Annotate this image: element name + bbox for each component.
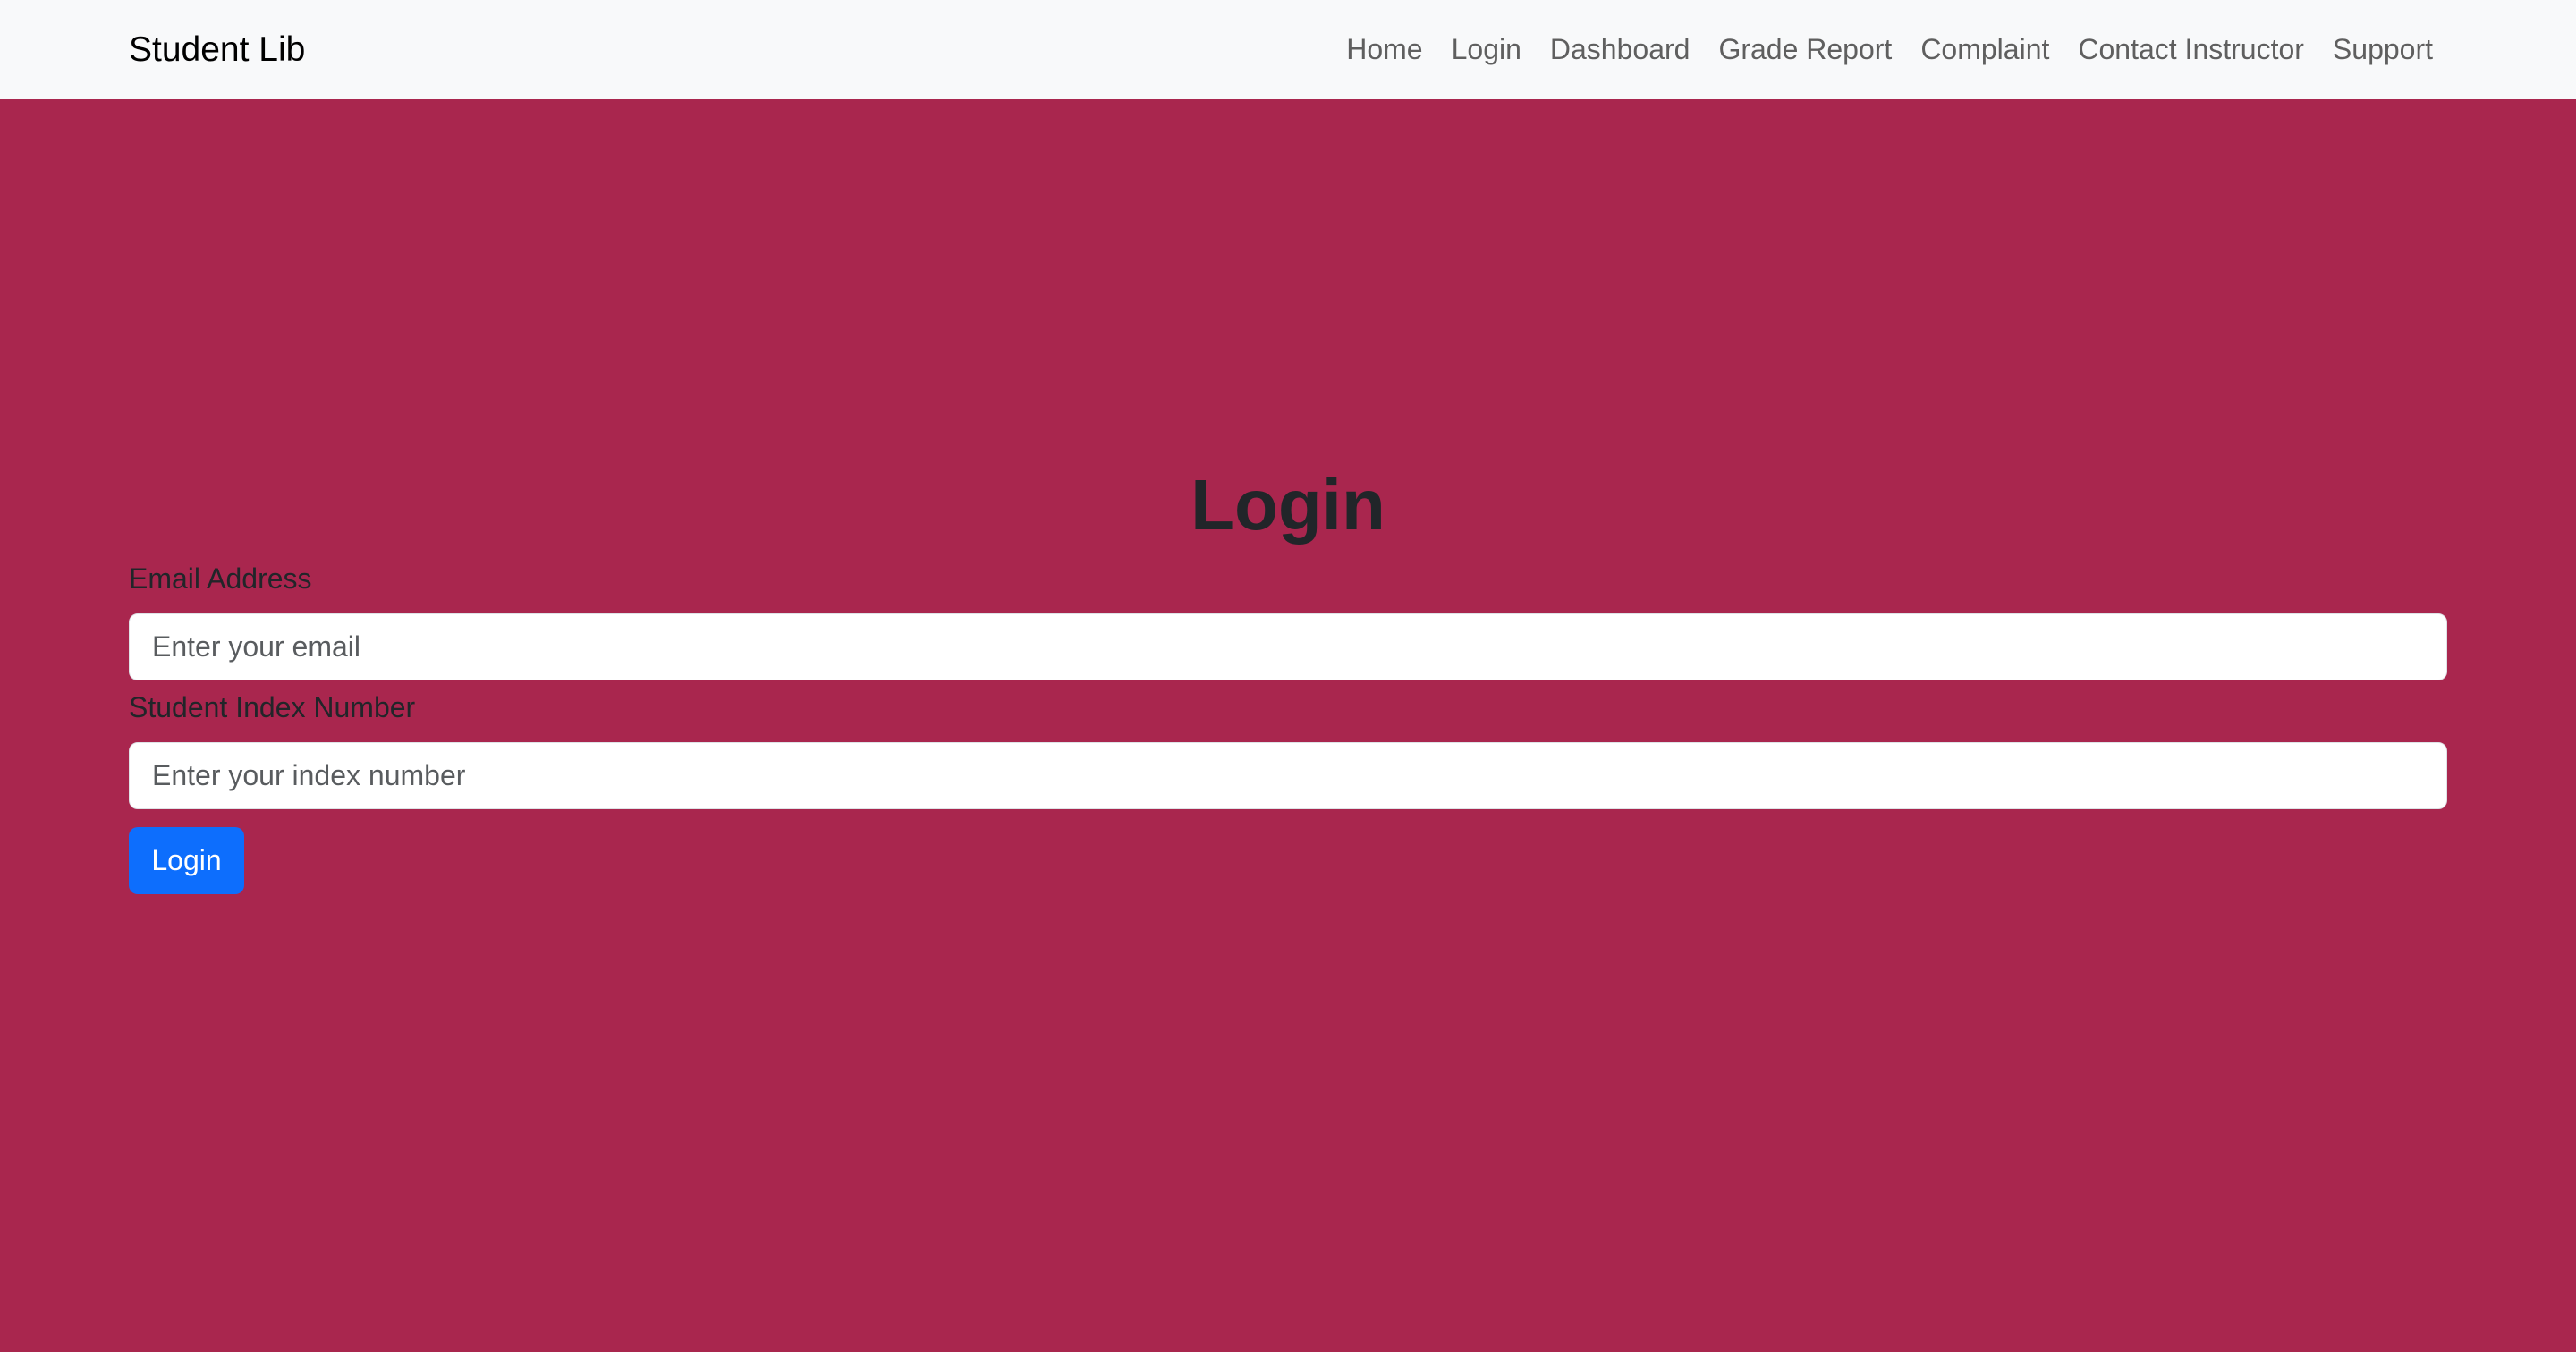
- login-form: Email Address Student Index Number Login: [129, 561, 2447, 894]
- nav-link-contact-instructor[interactable]: Contact Instructor: [2063, 33, 2318, 66]
- brand-link[interactable]: Student Lib: [129, 30, 305, 70]
- page-title: Login: [1191, 465, 1385, 545]
- nav-link-dashboard[interactable]: Dashboard: [1536, 33, 1705, 66]
- login-button[interactable]: Login: [129, 827, 244, 894]
- top-navbar: Student Lib Home Login Dashboard Grade R…: [0, 0, 2576, 99]
- index-number-label: Student Index Number: [129, 691, 416, 723]
- nav-link-complaint[interactable]: Complaint: [1906, 33, 2063, 66]
- email-input[interactable]: [129, 613, 2447, 680]
- email-label: Email Address: [129, 562, 312, 595]
- index-group: Student Index Number: [129, 689, 2447, 809]
- nav-link-home[interactable]: Home: [1332, 33, 1436, 66]
- nav-links: Home Login Dashboard Grade Report Compla…: [1332, 33, 2447, 66]
- email-group: Email Address: [129, 561, 2447, 680]
- nav-link-support[interactable]: Support: [2318, 33, 2447, 66]
- index-number-input[interactable]: [129, 742, 2447, 809]
- login-section: Login Email Address Student Index Number…: [129, 447, 2447, 894]
- nav-link-grade-report[interactable]: Grade Report: [1704, 33, 1906, 66]
- nav-link-login[interactable]: Login: [1437, 33, 1536, 66]
